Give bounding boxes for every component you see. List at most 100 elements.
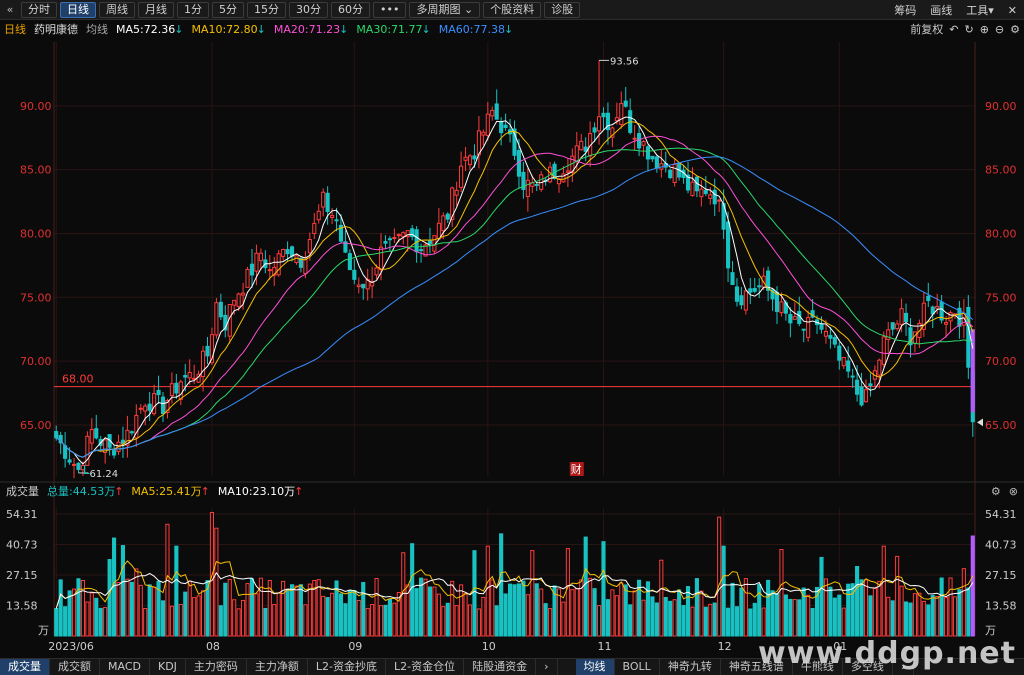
period-tab-4[interactable]: 1分 bbox=[177, 1, 209, 18]
overlay-tab-0[interactable]: 均线 bbox=[575, 659, 615, 675]
volume-bar bbox=[76, 578, 81, 637]
candle-body bbox=[828, 334, 833, 339]
indicator-tab-2[interactable]: MACD bbox=[100, 659, 150, 675]
candle-body bbox=[855, 379, 860, 395]
period-tab-8[interactable]: 60分 bbox=[331, 1, 370, 18]
toolbar-right-item-1[interactable]: 画线 bbox=[930, 2, 952, 18]
double-chevron-left-icon[interactable]: « bbox=[2, 3, 18, 16]
volume-bar bbox=[67, 590, 72, 637]
volume-bar bbox=[423, 578, 428, 637]
indicator-tab-9[interactable]: › bbox=[536, 659, 558, 675]
candle-body bbox=[276, 253, 281, 276]
volume-bar bbox=[325, 597, 330, 637]
line-type[interactable]: 均线 bbox=[86, 21, 108, 37]
settings-icon[interactable]: ⚙ bbox=[1010, 23, 1020, 36]
candle-body bbox=[254, 252, 259, 272]
volume-bar bbox=[614, 595, 619, 637]
period-tab-12[interactable]: 诊股 bbox=[544, 1, 581, 18]
candle-body bbox=[476, 130, 481, 156]
indicator-tab-6[interactable]: L2-资金抄底 bbox=[308, 659, 387, 675]
period-tab-10[interactable]: 多周期图 ⌄ bbox=[409, 1, 481, 18]
candle-body bbox=[757, 285, 762, 288]
candle-body bbox=[485, 113, 490, 136]
period-tab-6[interactable]: 15分 bbox=[247, 1, 286, 18]
indicator-tab-7[interactable]: L2-资金仓位 bbox=[386, 659, 465, 675]
period-tab-9[interactable]: ••• bbox=[373, 1, 407, 18]
volume-bar bbox=[525, 594, 530, 637]
period-tab-1[interactable]: 日线 bbox=[60, 1, 96, 18]
candle-body bbox=[76, 462, 81, 470]
volume-bar bbox=[668, 600, 673, 637]
zoom-in-icon[interactable]: ⊕ bbox=[980, 23, 989, 36]
time-axis-label: 09 bbox=[348, 640, 362, 653]
volume-unit-left: 万 bbox=[38, 624, 49, 637]
candle-body bbox=[459, 165, 464, 188]
ma20-value: MA20:71.23 bbox=[273, 22, 341, 36]
period-tab-0[interactable]: 分时 bbox=[21, 1, 57, 18]
zoom-out-icon[interactable]: ⊖ bbox=[995, 23, 1004, 36]
refresh-icon[interactable]: ↻ bbox=[964, 23, 973, 36]
volume-bar bbox=[263, 607, 268, 637]
toolbar-right-item-3[interactable]: ✕ bbox=[1008, 4, 1017, 17]
volume-bar bbox=[276, 592, 281, 637]
volume-bar bbox=[717, 516, 722, 637]
overlay-tab-1[interactable]: BOLL bbox=[615, 659, 660, 675]
volume-bar bbox=[160, 600, 166, 637]
price-tick-label-left: 85.00 bbox=[20, 164, 52, 177]
volume-bar bbox=[828, 586, 833, 637]
volume-title: 成交量 bbox=[6, 485, 39, 498]
volume-bar bbox=[183, 591, 188, 637]
indicator-tab-4[interactable]: 主力密码 bbox=[186, 659, 247, 675]
indicator-tab-1[interactable]: 成交额 bbox=[50, 659, 100, 675]
indicator-tab-8[interactable]: 陆股通资金 bbox=[464, 659, 537, 675]
volume-bar bbox=[530, 550, 535, 637]
toolbar-right-item-0[interactable]: 筹码 bbox=[894, 2, 916, 18]
volume-total: 总量:44.53万 bbox=[47, 485, 116, 498]
volume-settings-icon[interactable]: ⚙ bbox=[991, 485, 1001, 498]
undo-icon[interactable]: ↶ bbox=[949, 23, 958, 36]
candle-body bbox=[312, 222, 317, 235]
volume-total-arrow-icon: ↑ bbox=[114, 484, 124, 498]
volume-bar bbox=[521, 580, 526, 637]
volume-bar bbox=[410, 543, 415, 637]
volume-bar bbox=[561, 601, 566, 637]
time-axis-label: 12 bbox=[718, 640, 732, 653]
indicator-tabs-left: 成交量 成交额 MACD KDJ 主力密码 主力净额 L2-资金抄底 L2-资金仓位 陆股通资金… bbox=[0, 659, 558, 675]
volume-bar bbox=[952, 596, 958, 637]
period-tab-3[interactable]: 月线 bbox=[138, 1, 174, 18]
volume-bar bbox=[463, 592, 468, 637]
volume-bar bbox=[138, 584, 143, 637]
candle-body bbox=[178, 381, 183, 400]
candle-body bbox=[414, 229, 419, 253]
candle-body bbox=[534, 183, 539, 187]
volume-bar bbox=[601, 541, 606, 637]
candle-body bbox=[752, 288, 757, 292]
period-tab-11[interactable]: 个股资料 bbox=[483, 1, 542, 18]
period-tab-5[interactable]: 5分 bbox=[212, 1, 244, 18]
indicator-tab-5[interactable]: 主力净额 bbox=[247, 659, 308, 675]
volume-bar bbox=[85, 601, 90, 637]
kline-chart[interactable]: 90.00 90.00 85.00 85.00 80.00 80.00 75.00 75.00… bbox=[0, 38, 1024, 658]
candle-body bbox=[850, 375, 855, 378]
volume-tick-label-right: 13.58 bbox=[985, 600, 1017, 613]
period-tab-7[interactable]: 30分 bbox=[289, 1, 328, 18]
adjust-select[interactable]: 前复权 bbox=[910, 21, 943, 37]
high-marker-label: 93.56 bbox=[610, 56, 639, 67]
ma10-arrow-icon: ↓ bbox=[256, 22, 266, 36]
volume-bar bbox=[877, 580, 882, 637]
candle-body bbox=[218, 301, 223, 318]
candle-body bbox=[494, 103, 499, 120]
overlay-tab-2[interactable]: 神奇九转 bbox=[660, 659, 721, 675]
period-tab-2[interactable]: 周线 bbox=[99, 1, 135, 18]
candle-body bbox=[160, 396, 166, 415]
volume-bar bbox=[321, 595, 326, 637]
volume-close-icon[interactable]: ⊗ bbox=[1009, 485, 1018, 498]
volume-bar bbox=[797, 599, 802, 637]
volume-bar bbox=[227, 578, 232, 637]
toolbar-right-item-2[interactable]: 工具▾ bbox=[966, 2, 994, 18]
indicator-tab-0[interactable]: 成交量 bbox=[0, 659, 50, 675]
indicator-tab-3[interactable]: KDJ bbox=[150, 659, 186, 675]
ma30-line bbox=[55, 147, 974, 458]
volume-bar bbox=[890, 600, 895, 637]
candle-body bbox=[427, 240, 433, 245]
